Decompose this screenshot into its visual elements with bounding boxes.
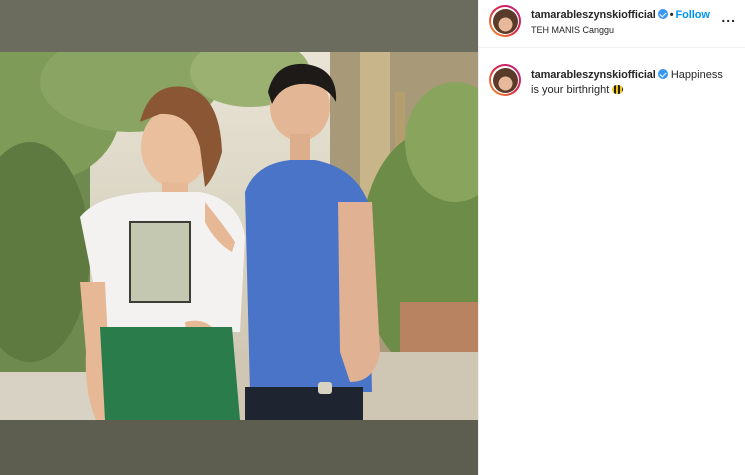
more-options-icon[interactable]: ... <box>721 10 736 24</box>
caption-avatar[interactable] <box>489 64 521 96</box>
caption-username-link[interactable]: tamarableszynskiofficial <box>531 69 656 81</box>
post-sidebar: tamarableszynskiofficial • Follow TEH MANI… <box>478 0 745 475</box>
verified-badge-icon <box>657 9 668 19</box>
header-username-row: tamarableszynskiofficial • Follow <box>531 9 710 21</box>
follow-button[interactable]: Follow <box>676 9 710 21</box>
separator-dot: • <box>669 9 674 21</box>
caption-text-block: tamarableszynskiofficial Happiness is yo… <box>531 68 731 98</box>
avatar-photo <box>492 8 518 34</box>
profile-avatar[interactable] <box>489 5 521 37</box>
avatar-photo <box>492 67 518 93</box>
post-header: tamarableszynskiofficial • Follow TEH MANI… <box>479 0 745 48</box>
media-letterbox-bottom <box>0 420 478 475</box>
post-media[interactable] <box>0 0 478 475</box>
bee-icon <box>612 85 624 94</box>
media-letterbox-top <box>0 0 478 52</box>
username-link[interactable]: tamarableszynskiofficial <box>531 9 656 21</box>
verified-badge-icon <box>657 69 668 79</box>
post-photo <box>0 52 478 420</box>
location-link[interactable]: TEH MANIS Canggu <box>531 25 614 35</box>
